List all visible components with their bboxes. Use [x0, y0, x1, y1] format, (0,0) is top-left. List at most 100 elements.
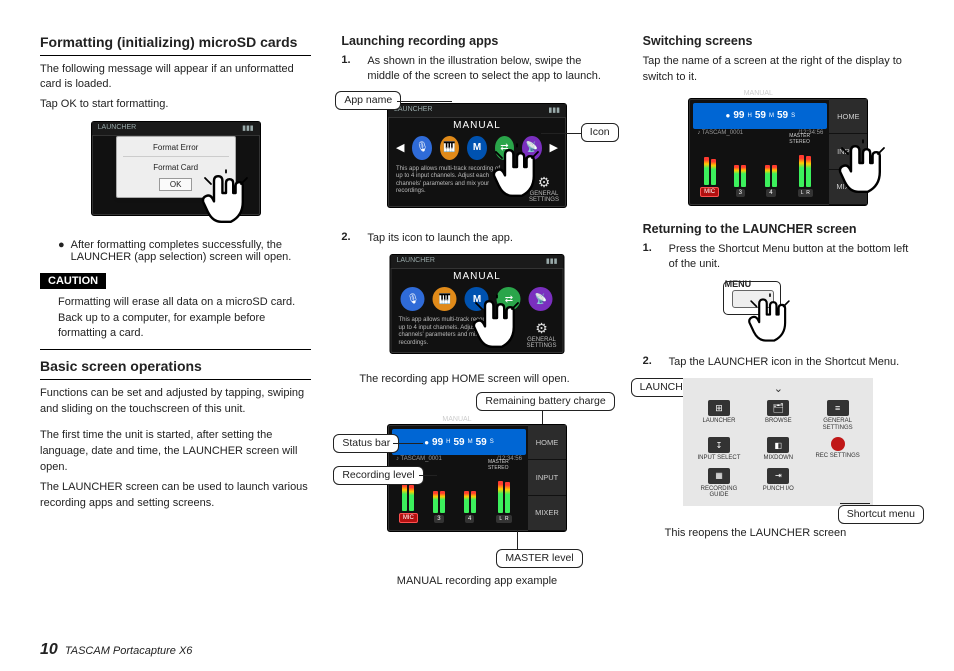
folder-icon: 🗂: [767, 400, 789, 416]
text-home-opens: The recording app HOME screen will open.: [359, 372, 612, 388]
text-reopens: This reopens the LAUNCHER screen: [665, 526, 914, 542]
shortcut-mixdown[interactable]: ◧MIXDOWN: [749, 434, 808, 465]
file-name: TASCAM_0001: [401, 456, 442, 462]
step-number: 2.: [643, 355, 657, 370]
step-number: 1.: [643, 242, 657, 273]
callout-master-level: MASTER level: [496, 549, 582, 568]
figure-launcher-swipe: LAUNCHER▮▮▮ MANUAL ◀ 🎙 🎹 M ⇄ 📡 ▶ This ap…: [341, 93, 612, 223]
launcher-header-text: LAUNCHER: [396, 257, 435, 266]
return-step-2: 2. Tap the LAUNCHER icon in the Shortcut…: [643, 355, 914, 370]
shortcut-browse[interactable]: 🗂BROWSE: [749, 397, 808, 434]
tab-mixer[interactable]: MIXER: [528, 496, 566, 531]
hand-icon: [743, 293, 797, 347]
figure-switch-screen: MANUAL ● 99H 59M 59S ♪ TASCAM_0001/12:34…: [643, 94, 914, 214]
caution-text: Formatting will erase all data on a micr…: [58, 295, 311, 341]
arrow-right-icon: ▶: [550, 141, 558, 154]
punch-icon: ⇥: [767, 468, 789, 484]
column-3: Switching screens Tap the name of a scre…: [643, 30, 914, 594]
text-basic-1: Functions can be set and adjusted by tap…: [40, 386, 311, 418]
mixdown-icon: ◧: [767, 437, 789, 453]
app-icon-mic[interactable]: 🎙: [412, 136, 431, 160]
rec-icon: [831, 437, 845, 451]
figure-launcher-tap: LAUNCHER▮▮▮ MANUAL 🎙 🎹 M ⇄ 📡 This app al…: [341, 254, 612, 364]
tab-home[interactable]: HOME: [528, 425, 566, 460]
guide-icon: ▦: [708, 468, 730, 484]
step-1: 1. As shown in the illustration below, s…: [341, 54, 612, 85]
master-label: MASTER STEREO: [488, 459, 520, 471]
callout-shortcut-menu: Shortcut menu: [838, 505, 924, 524]
arrow-left-icon: ◀: [396, 141, 404, 154]
shortcut-rec-guide[interactable]: ▦RECORDING GUIDE: [689, 465, 748, 502]
column-1: Formatting (initializing) microSD cards …: [40, 30, 311, 594]
callout-icon: Icon: [581, 123, 619, 142]
step-text: Tap the LAUNCHER icon in the Shortcut Me…: [669, 355, 914, 370]
input-icon: ↧: [708, 437, 730, 453]
step-text: Tap its icon to launch the app.: [367, 231, 612, 246]
step-2: 2. Tap its icon to launch the app.: [341, 231, 612, 246]
app-icon-podcast[interactable]: 📡: [529, 287, 553, 311]
counter-m: 59: [454, 437, 465, 448]
shortcut-launcher[interactable]: ⊞LAUNCHER: [689, 397, 748, 434]
app-icon-piano[interactable]: 🎹: [440, 136, 459, 160]
figure-menu-button: MENU: [643, 281, 914, 347]
heading-basic-ops: Basic screen operations: [40, 358, 311, 380]
bullet-after-format: ● After formatting completes successfull…: [58, 239, 311, 263]
shortcut-punch-io[interactable]: ⇥PUNCH I/O: [749, 465, 808, 502]
hand-icon: [467, 294, 527, 354]
bullet-mark: ●: [58, 239, 65, 263]
launcher-header-text: LAUNCHER: [98, 124, 137, 133]
general-settings-button[interactable]: ⚙GENERAL SETTINGS: [523, 320, 559, 349]
heading-launching: Launching recording apps: [341, 34, 612, 48]
page-footer: 10 TASCAM Portacapture X6: [40, 641, 192, 659]
close-chevron-icon[interactable]: ⌄: [689, 382, 867, 395]
tab-input[interactable]: INPUT: [528, 460, 566, 495]
app-icon-mic[interactable]: 🎙: [401, 287, 425, 311]
gear-icon: ⚙: [523, 320, 559, 337]
callout-app-name: App name: [335, 91, 401, 110]
shortcut-input-select[interactable]: ↧INPUT SELECT: [689, 434, 748, 465]
dialog-title: Format Error: [123, 143, 229, 157]
figure-caption-home: MANUAL recording app example: [341, 574, 612, 590]
list-icon: ≡: [827, 400, 849, 416]
tab-home[interactable]: HOME: [829, 99, 867, 134]
step-number: 1.: [341, 54, 355, 85]
figure-format-dialog: LAUNCHER▮▮▮ Format Error Format Card OK: [40, 121, 311, 231]
battery-icon: ▮▮▮: [546, 257, 558, 266]
callout-status-bar: Status bar: [333, 434, 399, 453]
app-icon-piano[interactable]: 🎹: [433, 287, 457, 311]
shortcut-rec-settings[interactable]: REC SETTINGS: [808, 434, 867, 465]
battery-icon: ▮▮▮: [242, 124, 254, 133]
general-settings-label: GENERAL SETTINGS: [526, 337, 556, 349]
product-name: TASCAM Portacapture X6: [65, 645, 193, 657]
caution-label: CAUTION: [40, 273, 106, 289]
column-2: Launching recording apps 1. As shown in …: [341, 30, 612, 594]
meter-mic: MIC: [399, 513, 418, 523]
text-format-intro: The following message will appear if an …: [40, 62, 311, 94]
hand-icon: [196, 169, 256, 229]
shortcut-menu: ⌄ ⊞LAUNCHER 🗂BROWSE ≡GENERAL SETTINGS ↧I…: [683, 378, 873, 506]
hand-icon: [833, 139, 893, 199]
text-basic-3: The LAUNCHER screen can be used to launc…: [40, 480, 311, 512]
shortcut-empty: [808, 465, 867, 502]
figure-home-screen: Remaining battery charge MANUAL ● 99H 59…: [341, 396, 612, 566]
launcher-title: MANUAL: [390, 271, 563, 282]
app-icon-manual[interactable]: M: [467, 136, 486, 160]
heading-returning: Returning to the LAUNCHER screen: [643, 222, 914, 236]
hand-icon: [487, 143, 547, 203]
battery-icon: ▮▮▮: [548, 106, 560, 115]
step-text: As shown in the illustration below, swip…: [367, 54, 612, 85]
heading-formatting: Formatting (initializing) microSD cards: [40, 34, 311, 56]
text-basic-2: The first time the unit is started, afte…: [40, 428, 311, 476]
step-number: 2.: [341, 231, 355, 246]
step-text: Press the Shortcut Menu button at the bo…: [669, 242, 914, 273]
grid-icon: ⊞: [708, 400, 730, 416]
meter-3: 3: [434, 515, 443, 523]
home-title: MANUAL: [689, 90, 827, 97]
status-bar: ● 99H 59M 59S: [693, 103, 827, 129]
status-bar: ● 99H 59M 59S: [392, 429, 526, 455]
ok-button[interactable]: OK: [159, 178, 193, 191]
shortcut-general-settings[interactable]: ≡GENERAL SETTINGS: [808, 397, 867, 434]
counter-s: 59: [476, 437, 487, 448]
bullet-text: After formatting completes successfully,…: [71, 239, 312, 263]
section-rule: [40, 349, 311, 350]
